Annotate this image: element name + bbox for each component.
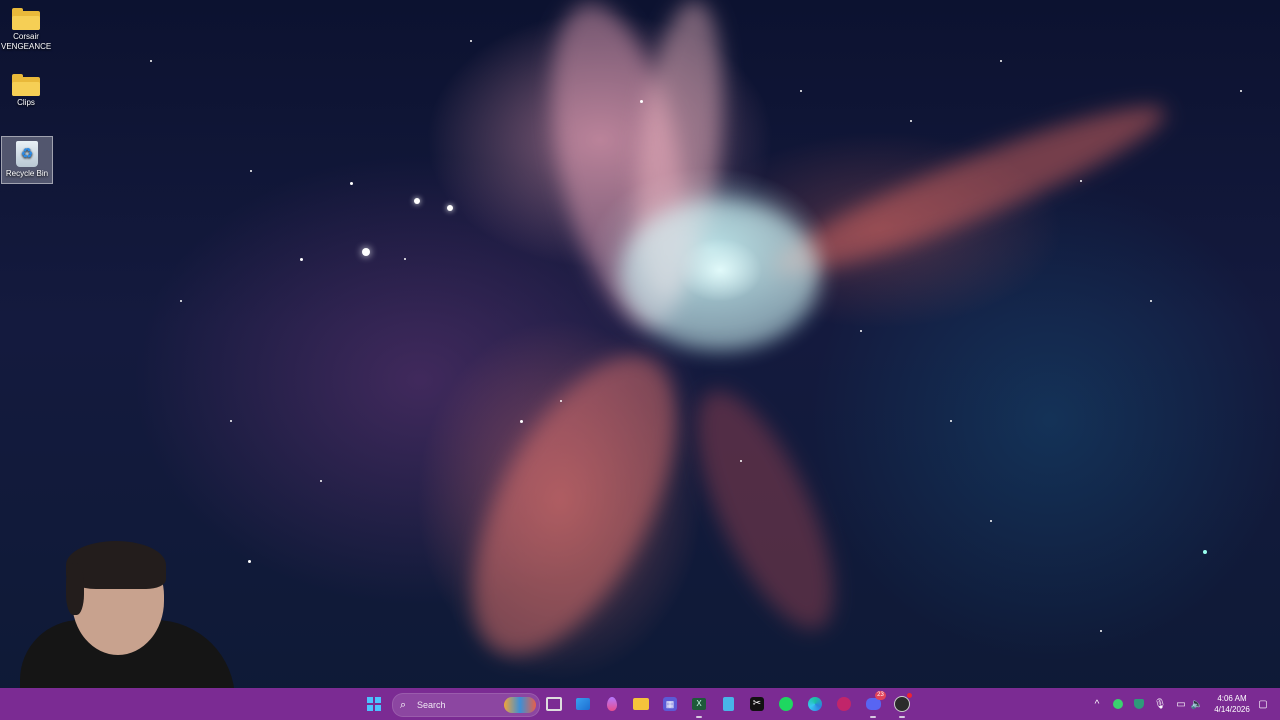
desktop-icon-label: Clips <box>17 98 35 107</box>
taskbar-terminal[interactable]: X <box>687 692 711 718</box>
windows-logo-icon <box>367 697 381 711</box>
desktop-icon-recycle-bin[interactable]: ♻ Recycle Bin <box>1 136 53 184</box>
taskbar-task-view[interactable] <box>542 692 566 716</box>
desktop-icon-corsair-vengeance[interactable]: Corsair VENGEANCE <box>1 2 51 60</box>
droplet-icon <box>607 697 617 711</box>
taskbar-store[interactable] <box>571 692 595 716</box>
desktop-icon-label: VENGEANCE <box>1 42 52 51</box>
search-icon: ⌕ <box>400 699 407 711</box>
taskbar-clock[interactable]: 4:06 AM 4/14/2026 <box>1208 693 1256 715</box>
capcut-icon: ✂ <box>750 697 764 711</box>
green-app-icon[interactable] <box>1111 697 1125 711</box>
obs-icon <box>894 696 910 712</box>
taskbar-app-grid[interactable]: ▦ <box>658 692 682 716</box>
taskbar-file-explorer[interactable] <box>629 692 653 716</box>
clock-time: 4:06 AM <box>1217 694 1247 703</box>
store-icon <box>576 698 590 710</box>
folder-icon <box>633 698 649 710</box>
folder-icon <box>12 8 40 30</box>
taskbar-search[interactable]: ⌕ Search <box>392 693 540 717</box>
notepad-icon <box>722 697 734 711</box>
taskbar: ⌕ Search ▦ X ✂ 23 ^ 🎙 ▭ 🔈 4:06 AM 4/14/2… <box>0 688 1280 720</box>
terminal-icon: X <box>692 698 706 710</box>
discord-badge: 23 <box>875 691 886 700</box>
search-placeholder: Search <box>417 700 446 710</box>
spotify-icon <box>779 697 793 711</box>
clock-date: 4/14/2026 <box>1214 705 1250 714</box>
taskbar-capcut[interactable]: ✂ <box>745 692 769 716</box>
start-button[interactable] <box>362 692 386 716</box>
notification-icon[interactable]: ▢ <box>1256 697 1270 711</box>
desktop-icon-clips[interactable]: Clips <box>1 68 51 118</box>
taskbar-edge[interactable] <box>803 692 827 716</box>
shield-icon[interactable] <box>1132 697 1146 711</box>
recycle-bin-icon: ♻ <box>16 141 38 167</box>
desktop-icon-label: Recycle Bin <box>5 169 49 178</box>
instagram-icon <box>837 697 851 711</box>
taskbar-obs[interactable] <box>890 692 914 718</box>
search-highlight-icon <box>504 697 536 713</box>
taskbar-instagram[interactable] <box>832 692 856 716</box>
task-view-icon <box>546 697 562 711</box>
folder-icon <box>12 74 40 96</box>
taskbar-droplet-app[interactable] <box>600 692 624 716</box>
taskbar-discord[interactable]: 23 <box>861 691 886 718</box>
chevron-up-icon[interactable]: ^ <box>1090 697 1104 711</box>
speaker-icon[interactable]: 🔈 <box>1190 697 1204 711</box>
recording-dot <box>907 693 912 698</box>
edge-icon <box>808 697 822 711</box>
desktop-icon-label: Corsair <box>13 32 39 41</box>
grid-icon: ▦ <box>663 697 677 711</box>
taskbar-notepad[interactable] <box>716 692 740 716</box>
network-icon[interactable]: ▭ <box>1174 697 1188 711</box>
microphone-icon[interactable]: 🎙 <box>1153 697 1167 711</box>
taskbar-spotify[interactable] <box>774 692 798 716</box>
